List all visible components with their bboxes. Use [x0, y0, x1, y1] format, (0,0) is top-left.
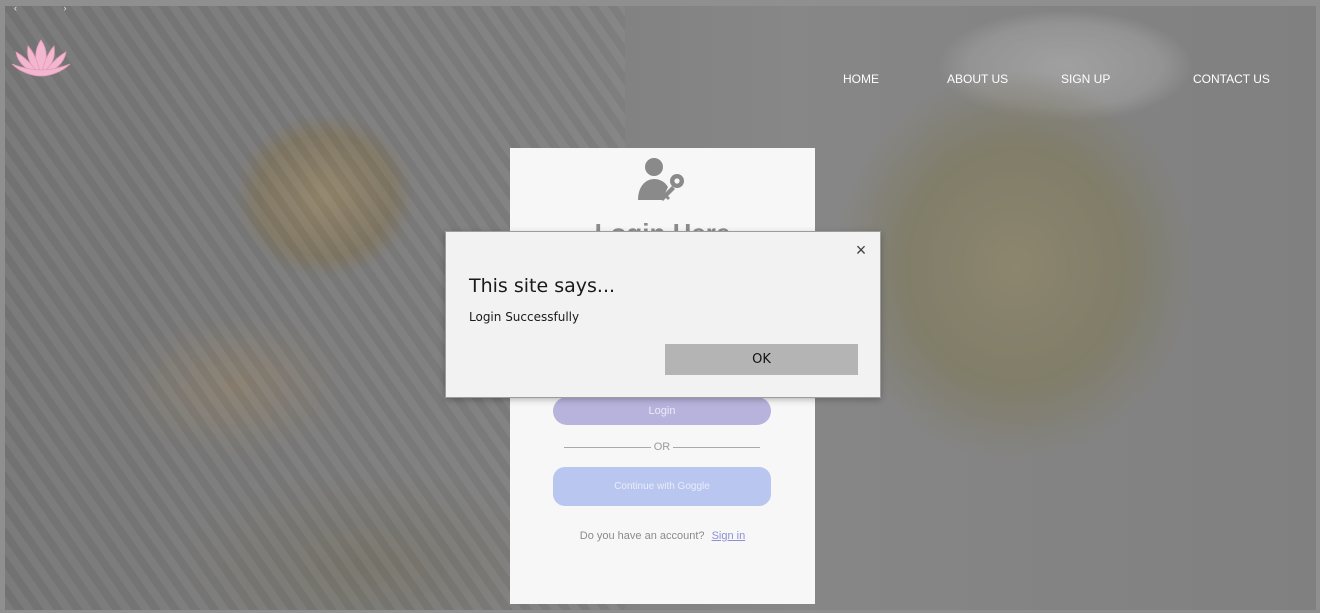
signin-link[interactable]: Sign in — [712, 530, 746, 542]
ok-button[interactable]: OK — [665, 344, 858, 375]
login-button[interactable]: Login — [553, 397, 771, 425]
slider-arrows[interactable]: ‹ › — [14, 3, 89, 13]
account-prompt-row: Do you have an account? Sign in — [510, 530, 815, 542]
google-signin-button[interactable]: Continue with Goggle — [553, 467, 771, 506]
or-label: OR — [653, 441, 671, 453]
nav-about-us[interactable]: ABOUT US — [947, 72, 1008, 86]
nav-contact-us[interactable]: CONTACT US — [1193, 72, 1270, 86]
account-prompt: Do you have an account? — [579, 530, 705, 542]
nav-sign-up[interactable]: SIGN UP — [1061, 72, 1110, 86]
main-nav: HOME ABOUT US SIGN UP CONTACT US — [0, 72, 1320, 88]
nav-home[interactable]: HOME — [843, 72, 879, 86]
close-icon[interactable]: × — [851, 240, 871, 260]
or-divider: OR — [564, 440, 760, 454]
user-key-icon — [638, 158, 684, 201]
dialog-message: Login Successfully — [469, 310, 580, 324]
divider-line-left — [564, 446, 651, 448]
alert-dialog: × This site says... Login Successfully O… — [445, 231, 881, 398]
dialog-title: This site says... — [469, 275, 616, 297]
divider-line-right — [673, 446, 760, 448]
